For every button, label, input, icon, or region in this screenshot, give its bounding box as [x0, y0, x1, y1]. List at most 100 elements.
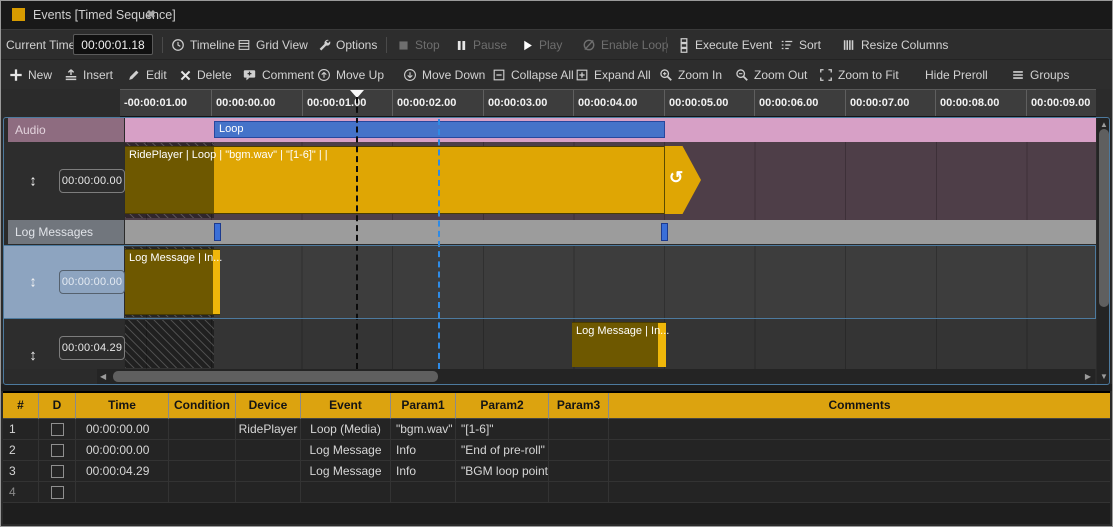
log-messages-track-lane[interactable] [125, 220, 1096, 244]
rideplayer-row-lane[interactable]: RidePlayer | Loop | "bgm.wav" | "[1-6]" … [125, 142, 1096, 220]
stop-button[interactable]: Stop [397, 30, 440, 60]
options-button[interactable]: Options [317, 30, 377, 60]
cell-device[interactable] [236, 461, 301, 482]
cell-event[interactable]: Log Message [301, 461, 391, 482]
column-header-device[interactable]: Device [236, 393, 301, 419]
log-row-2-time-field[interactable]: 00:00:04.29 [59, 336, 125, 360]
grid-view-button[interactable]: Grid View [237, 30, 308, 60]
row-d-cell[interactable] [39, 419, 76, 440]
scroll-right-icon[interactable]: ▶ [1085, 372, 1091, 382]
column-header-num[interactable]: # [3, 393, 39, 419]
log-event-marker[interactable] [214, 223, 221, 241]
log-message-event-1[interactable]: Log Message | In... [125, 249, 220, 315]
play-button[interactable]: Play [521, 30, 562, 60]
row-number[interactable]: 3 [3, 461, 39, 482]
cell-time[interactable]: 00:00:00.00 [76, 419, 169, 440]
column-header-param2[interactable]: Param2 [456, 393, 549, 419]
zoom-out-button[interactable]: Zoom Out [735, 60, 807, 90]
row-checkbox[interactable] [51, 444, 64, 457]
current-time-input[interactable] [73, 34, 153, 55]
column-header-d[interactable]: D [39, 393, 76, 419]
cell-device[interactable] [236, 482, 301, 503]
sort-button[interactable]: Sort [780, 30, 821, 60]
zoom-in-button[interactable]: Zoom In [659, 60, 722, 90]
scroll-down-icon[interactable]: ▼ [1100, 372, 1108, 382]
cell-param1[interactable]: Info [391, 440, 456, 461]
log-event-marker[interactable] [661, 223, 668, 241]
drag-handle-icon[interactable]: ↕ [25, 274, 41, 291]
timeline-ruler[interactable]: -00:00:01.00 00:00:00.00 00:00:01.00 00:… [120, 89, 1096, 117]
audio-track-lane[interactable]: Loop [125, 118, 1096, 142]
timeline-button[interactable]: Timeline [171, 30, 235, 60]
log-message-event-2[interactable]: Log Message | In... [572, 322, 666, 367]
cell-comments[interactable] [609, 440, 1110, 461]
cell-event[interactable] [301, 482, 391, 503]
column-header-comments[interactable]: Comments [609, 393, 1110, 419]
cell-param1[interactable] [391, 482, 456, 503]
tab-close-icon[interactable]: ✖ [144, 8, 158, 22]
cell-device[interactable] [236, 440, 301, 461]
cell-param3[interactable] [549, 482, 609, 503]
row-number[interactable]: 2 [3, 440, 39, 461]
groups-button[interactable]: Groups [1011, 60, 1069, 90]
cell-condition[interactable] [169, 461, 236, 482]
cell-param3[interactable] [549, 440, 609, 461]
column-header-time[interactable]: Time [76, 393, 169, 419]
column-header-param1[interactable]: Param1 [391, 393, 456, 419]
drag-handle-icon[interactable]: ↕ [25, 347, 41, 364]
log-row-1-lane[interactable]: Log Message | In... [125, 246, 1096, 318]
log-row-2-lane[interactable]: Log Message | In... [125, 319, 1096, 369]
horizontal-scrollbar-thumb[interactable] [113, 371, 438, 382]
zoom-to-fit-button[interactable]: Zoom to Fit [819, 60, 899, 90]
cell-comments[interactable] [609, 419, 1110, 440]
column-header-event[interactable]: Event [301, 393, 391, 419]
cell-param3[interactable] [549, 461, 609, 482]
drag-handle-icon[interactable]: ↕ [25, 173, 41, 190]
row-d-cell[interactable] [39, 482, 76, 503]
row-checkbox[interactable] [51, 423, 64, 436]
cell-param3[interactable] [549, 419, 609, 440]
cell-param2[interactable]: "BGM loop point" [456, 461, 549, 482]
vertical-scrollbar-thumb[interactable] [1099, 129, 1109, 307]
cell-event[interactable]: Loop (Media) [301, 419, 391, 440]
move-up-button[interactable]: Move Up [317, 60, 384, 90]
horizontal-scrollbar[interactable]: ◀ ▶ [97, 369, 1095, 384]
cell-param2[interactable] [456, 482, 549, 503]
comment-button[interactable]: Comment [242, 60, 314, 90]
scroll-left-icon[interactable]: ◀ [100, 372, 106, 382]
loop-event-arrowhead[interactable]: ↺ [664, 146, 701, 214]
cell-condition[interactable] [169, 440, 236, 461]
new-button[interactable]: New [9, 60, 52, 90]
cell-time[interactable]: 00:00:04.29 [76, 461, 169, 482]
column-header-condition[interactable]: Condition [169, 393, 236, 419]
cell-param1[interactable]: "bgm.wav" [391, 419, 456, 440]
rideplayer-time-field[interactable]: 00:00:00.00 [59, 169, 125, 193]
cell-condition[interactable] [169, 482, 236, 503]
expand-all-button[interactable]: Expand All [575, 60, 651, 90]
row-checkbox[interactable] [51, 486, 64, 499]
cell-time[interactable] [76, 482, 169, 503]
rideplayer-loop-event[interactable]: RidePlayer | Loop | "bgm.wav" | "[1-6]" … [125, 146, 665, 214]
cell-param1[interactable]: Info [391, 461, 456, 482]
move-down-button[interactable]: Move Down [403, 60, 485, 90]
delete-button[interactable]: Delete [179, 60, 232, 90]
log-messages-track-header[interactable]: Log Messages [8, 220, 124, 244]
pause-button[interactable]: Pause [455, 30, 507, 60]
enable-loop-button[interactable]: Enable Loop [582, 30, 668, 60]
cell-param2[interactable]: "[1-6]" [456, 419, 549, 440]
edit-button[interactable]: Edit [127, 60, 167, 90]
row-checkbox[interactable] [51, 465, 64, 478]
resize-columns-button[interactable]: Resize Columns [842, 30, 948, 60]
hide-preroll-button[interactable]: Hide Preroll [925, 60, 988, 90]
cell-condition[interactable] [169, 419, 236, 440]
row-number[interactable]: 1 [3, 419, 39, 440]
collapse-all-button[interactable]: Collapse All [492, 60, 574, 90]
vertical-scrollbar[interactable]: ▲ ▼ [1097, 118, 1111, 384]
column-header-param3[interactable]: Param3 [549, 393, 609, 419]
row-d-cell[interactable] [39, 461, 76, 482]
log-row-1-time-field[interactable]: 00:00:00.00 [59, 270, 125, 294]
cell-event[interactable]: Log Message [301, 440, 391, 461]
cell-comments[interactable] [609, 482, 1110, 503]
cell-time[interactable]: 00:00:00.00 [76, 440, 169, 461]
row-number[interactable]: 4 [3, 482, 39, 503]
